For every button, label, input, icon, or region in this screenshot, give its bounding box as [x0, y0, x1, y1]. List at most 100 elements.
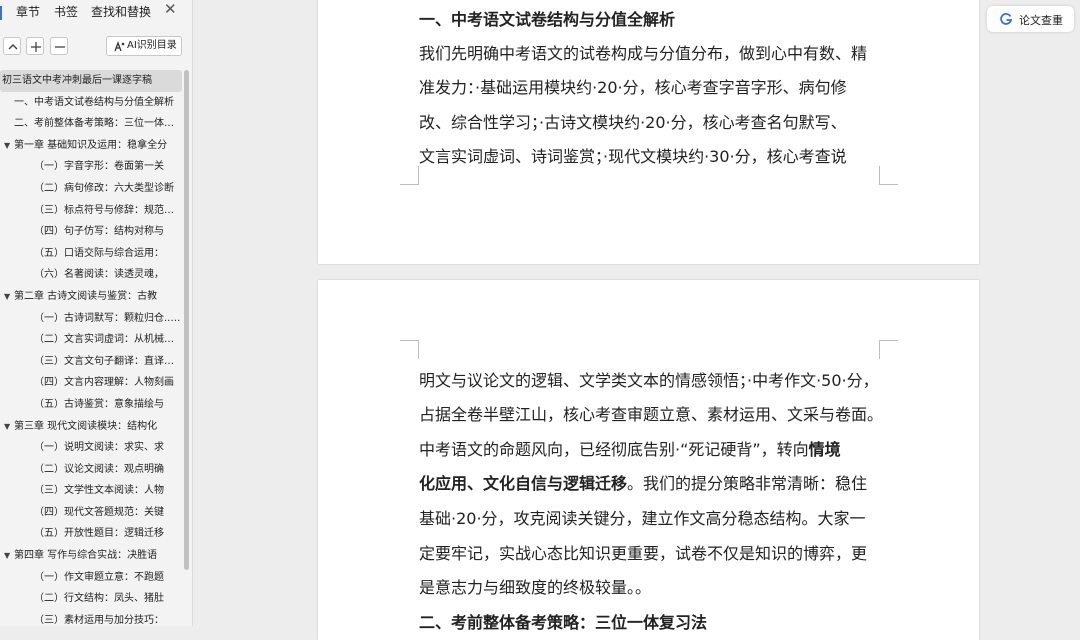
toc-item-label: （五）开放性题目：逻辑迁移 — [34, 528, 164, 540]
paragraph-line: 我们先明确中考语文的试卷构成与分值分布，做到心中有数、精 — [419, 40, 867, 64]
add-heading-button[interactable] — [26, 37, 44, 55]
expand-arrow-icon[interactable]: ▼ — [4, 416, 10, 438]
navigation-sidebar: 章节 书签 查找和替换 ✕ AI识别目录 初三语文中考冲刺最后一课逐字稿 一、中… — [0, 0, 193, 626]
toc-item[interactable]: （三）标点符号与修辞：规范使用 — [0, 200, 182, 222]
line-text: 占据全卷半壁江山，核心考查审题立意、素材运用、文采与卷面。 — [419, 405, 884, 424]
toc-item-label: 第三章 现代文阅读模块：结构化 — [14, 420, 158, 432]
toc-item-label: 一、中考语文试卷结构与分值全解析 — [14, 96, 174, 108]
paragraph-line: 是意志力与细致度的终极较量。。 — [419, 574, 651, 598]
toc-item[interactable]: （二）病句修改：六大类型诊断 — [0, 178, 182, 200]
toc-item[interactable]: （一）字音字形：卷面第一关 — [0, 156, 182, 178]
plagiarism-check-label: 论文查重 — [1019, 14, 1063, 27]
close-icon[interactable]: ✕ — [164, 0, 177, 18]
line-text: 基础·20·分，攻克阅读关键分，建立作文高分稳态结构。大家一 — [419, 509, 866, 528]
toc-item-label: （一）说明文阅读：求实、求 — [34, 442, 164, 454]
paragraph-line: 占据全卷半壁江山，核心考查审题立意、素材运用、文采与卷面。 — [419, 401, 883, 425]
ai-recognize-toc-button[interactable]: AI识别目录 — [106, 36, 182, 56]
line-text: 文言实词虚词、诗词鉴赏；·现代文模块约·30·分，核心考查说 — [419, 147, 847, 166]
toc-item-label: （二）文言实词虚词：从机械记忆 — [34, 334, 182, 346]
tab-find-replace[interactable]: 查找和替换 — [91, 3, 151, 20]
toc-item-label: （一）古诗词默写：颗粒归仓...... — [34, 312, 182, 324]
toc-item[interactable]: （五）古诗鉴赏：意象描绘与 — [0, 394, 182, 416]
line-text: 准发力：·基础运用模块约·20·分，核心考查字音字形、病句修 — [419, 78, 847, 97]
toc-item-label: （五）古诗鉴赏：意象描绘与 — [34, 398, 164, 410]
toc-item-label: （三）文学性文本阅读：人物 — [34, 485, 164, 497]
ai-button-label: AI识别目录 — [127, 40, 177, 51]
toc-item[interactable]: （一）古诗词默写：颗粒归仓...... — [0, 308, 182, 330]
toc-item[interactable]: ▼ 第三章 现代文阅读模块：结构化 — [0, 416, 182, 438]
plagiarism-check-button[interactable]: 论文查重 — [987, 6, 1074, 32]
expand-arrow-icon[interactable]: ▼ — [4, 286, 10, 308]
toc-item-label: （二）行文结构：凤头、猪肚 — [34, 593, 164, 605]
active-tab-indicator — [0, 6, 2, 20]
toc-item[interactable]: ▼ 第一章 基础知识及运用：稳拿全分 — [0, 135, 182, 157]
toc-item-label: （一）作文审题立意：不跑题 — [34, 571, 164, 583]
toc-item-label: （一）字音字形：卷面第一关 — [34, 161, 164, 173]
tab-chapters[interactable]: 章节 — [16, 3, 40, 20]
paragraph-line: 化应用、文化自信与逻辑迁移。我们的提分策略非常清晰：稳住 — [419, 470, 867, 494]
expand-arrow-icon[interactable]: ▼ — [4, 135, 10, 157]
paragraph-line: 准发力：·基础运用模块约·20·分，核心考查字音字形、病句修 — [419, 74, 847, 98]
toc-item[interactable]: （一）说明文阅读：求实、求 — [0, 437, 182, 459]
line-text: 是意志力与细致度的终极较量。。 — [419, 578, 652, 597]
toc-item-label: （三）标点符号与修辞：规范使用 — [34, 204, 182, 216]
margin-corner-mark — [879, 340, 898, 359]
toc-item[interactable]: （三）文言文句子翻译：直译为主 — [0, 351, 182, 373]
toc-item[interactable]: （二）行文结构：凤头、猪肚 — [0, 588, 182, 610]
toc-item[interactable]: ▼ 第四章 写作与综合实战：决胜语 — [0, 545, 182, 567]
toc-item-label: （四）句子仿写：结构对称与 — [34, 226, 164, 238]
paragraph-line: 中考语文的命题风向，已经彻底告别·“死记硬背”，转向情境 — [419, 436, 841, 460]
collapse-up-button[interactable] — [3, 37, 21, 55]
sidebar-toolbar: AI识别目录 — [0, 36, 192, 58]
margin-corner-mark — [400, 340, 419, 359]
paragraph-line: 基础·20·分，攻克阅读关键分，建立作文高分稳态结构。大家一 — [419, 505, 866, 529]
line-text: 改、综合性学习；·古诗文模块约·20·分，核心考查名句默写、 — [419, 113, 847, 132]
paragraph-line: 改、综合性学习；·古诗文模块约·20·分，核心考查名句默写、 — [419, 109, 847, 133]
toc-item[interactable]: 一、中考语文试卷结构与分值全解析 — [0, 92, 182, 114]
toc-item[interactable]: （四）现代文答题规范：关键 — [0, 502, 182, 524]
toc-item[interactable]: （一）作文审题立意：不跑题 — [0, 567, 182, 589]
line-text: 定要牢记，实战心态比知识更重要，试卷不仅是知识的博弈，更 — [419, 544, 868, 563]
expand-arrow-icon[interactable]: ▼ — [4, 545, 10, 567]
toc-item-label: （二）病句修改：六大类型诊断 — [34, 182, 174, 194]
toc-item[interactable]: （三）文学性文本阅读：人物 — [0, 480, 182, 502]
table-of-contents: 初三语文中考冲刺最后一课逐字稿一、中考语文试卷结构与分值全解析 二、考前整体备考策… — [0, 70, 182, 626]
line-text: 一、中考语文试卷结构与分值全解析 — [419, 10, 676, 29]
line-text: 明文与议论文的逻辑、文学类文本的情感领悟；·中考作文·50·分， — [419, 371, 879, 390]
line-text: 我们先明确中考语文的试卷构成与分值分布，做到心中有数、精 — [419, 44, 868, 63]
line-text: 。我们的提分策略非常清晰：稳住 — [627, 474, 868, 493]
plus-icon — [31, 42, 41, 52]
toc-item-label: 第四章 写作与综合实战：决胜语 — [14, 550, 158, 562]
toc-item-label: 初三语文中考冲刺最后一课逐字稿 — [2, 75, 152, 86]
tab-bookmarks[interactable]: 书签 — [54, 3, 78, 20]
toc-item[interactable]: 初三语文中考冲刺最后一课逐字稿 — [0, 70, 182, 92]
toc-item[interactable]: （二）文言实词虚词：从机械记忆 — [0, 329, 182, 351]
toc-item[interactable]: （六）名著阅读：读透灵魂， — [0, 264, 182, 286]
toc-item[interactable]: 二、考前整体备考策略：三位一体复习法 — [0, 113, 182, 135]
toc-item[interactable]: （五）开放性题目：逻辑迁移 — [0, 523, 182, 545]
paragraph-line: 定要牢记，实战心态比知识更重要，试卷不仅是知识的博弈，更 — [419, 540, 867, 564]
sidebar-tabs: 章节 书签 查找和替换 ✕ — [0, 0, 192, 24]
margin-corner-mark — [400, 166, 419, 185]
toc-item[interactable]: （三）素材运用与加分技巧： — [0, 610, 182, 626]
chevron-up-icon — [8, 43, 18, 50]
line-text: 中考语文的命题风向，已经彻底告别·“死记硬背”，转向 — [419, 440, 809, 459]
margin-corner-mark — [879, 166, 898, 185]
toc-item[interactable]: （四）文言内容理解：人物刻画 — [0, 372, 182, 394]
toc-item-label: 第二章 古诗文阅读与鉴赏：古教 — [14, 290, 158, 302]
line-text: 二、考前整体备考策略：三位一体复习法 — [419, 613, 708, 632]
minus-icon — [55, 46, 65, 48]
toc-item-label: （三）文言文句子翻译：直译为主 — [34, 355, 182, 367]
remove-heading-button[interactable] — [50, 37, 68, 55]
toc-item-label: 二、考前整体备考策略：三位一体复习法 — [14, 118, 182, 130]
paragraph-line: 文言实词虚词、诗词鉴赏；·现代文模块约·30·分，核心考查说 — [419, 143, 847, 167]
toc-item-label: （二）议论文阅读：观点明确 — [34, 463, 164, 475]
bold-text: 情境 — [808, 440, 841, 459]
toc-item[interactable]: ▼ 第二章 古诗文阅读与鉴赏：古教 — [0, 286, 182, 308]
toc-item[interactable]: （五）口语交际与综合运用： — [0, 243, 182, 265]
toc-scrollbar[interactable] — [184, 70, 189, 570]
toc-item[interactable]: （二）议论文阅读：观点明确 — [0, 459, 182, 481]
toc-item[interactable]: （四）句子仿写：结构对称与 — [0, 221, 182, 243]
toc-item-label: 第一章 基础知识及运用：稳拿全分 — [14, 139, 168, 151]
ai-spark-icon — [114, 41, 125, 52]
